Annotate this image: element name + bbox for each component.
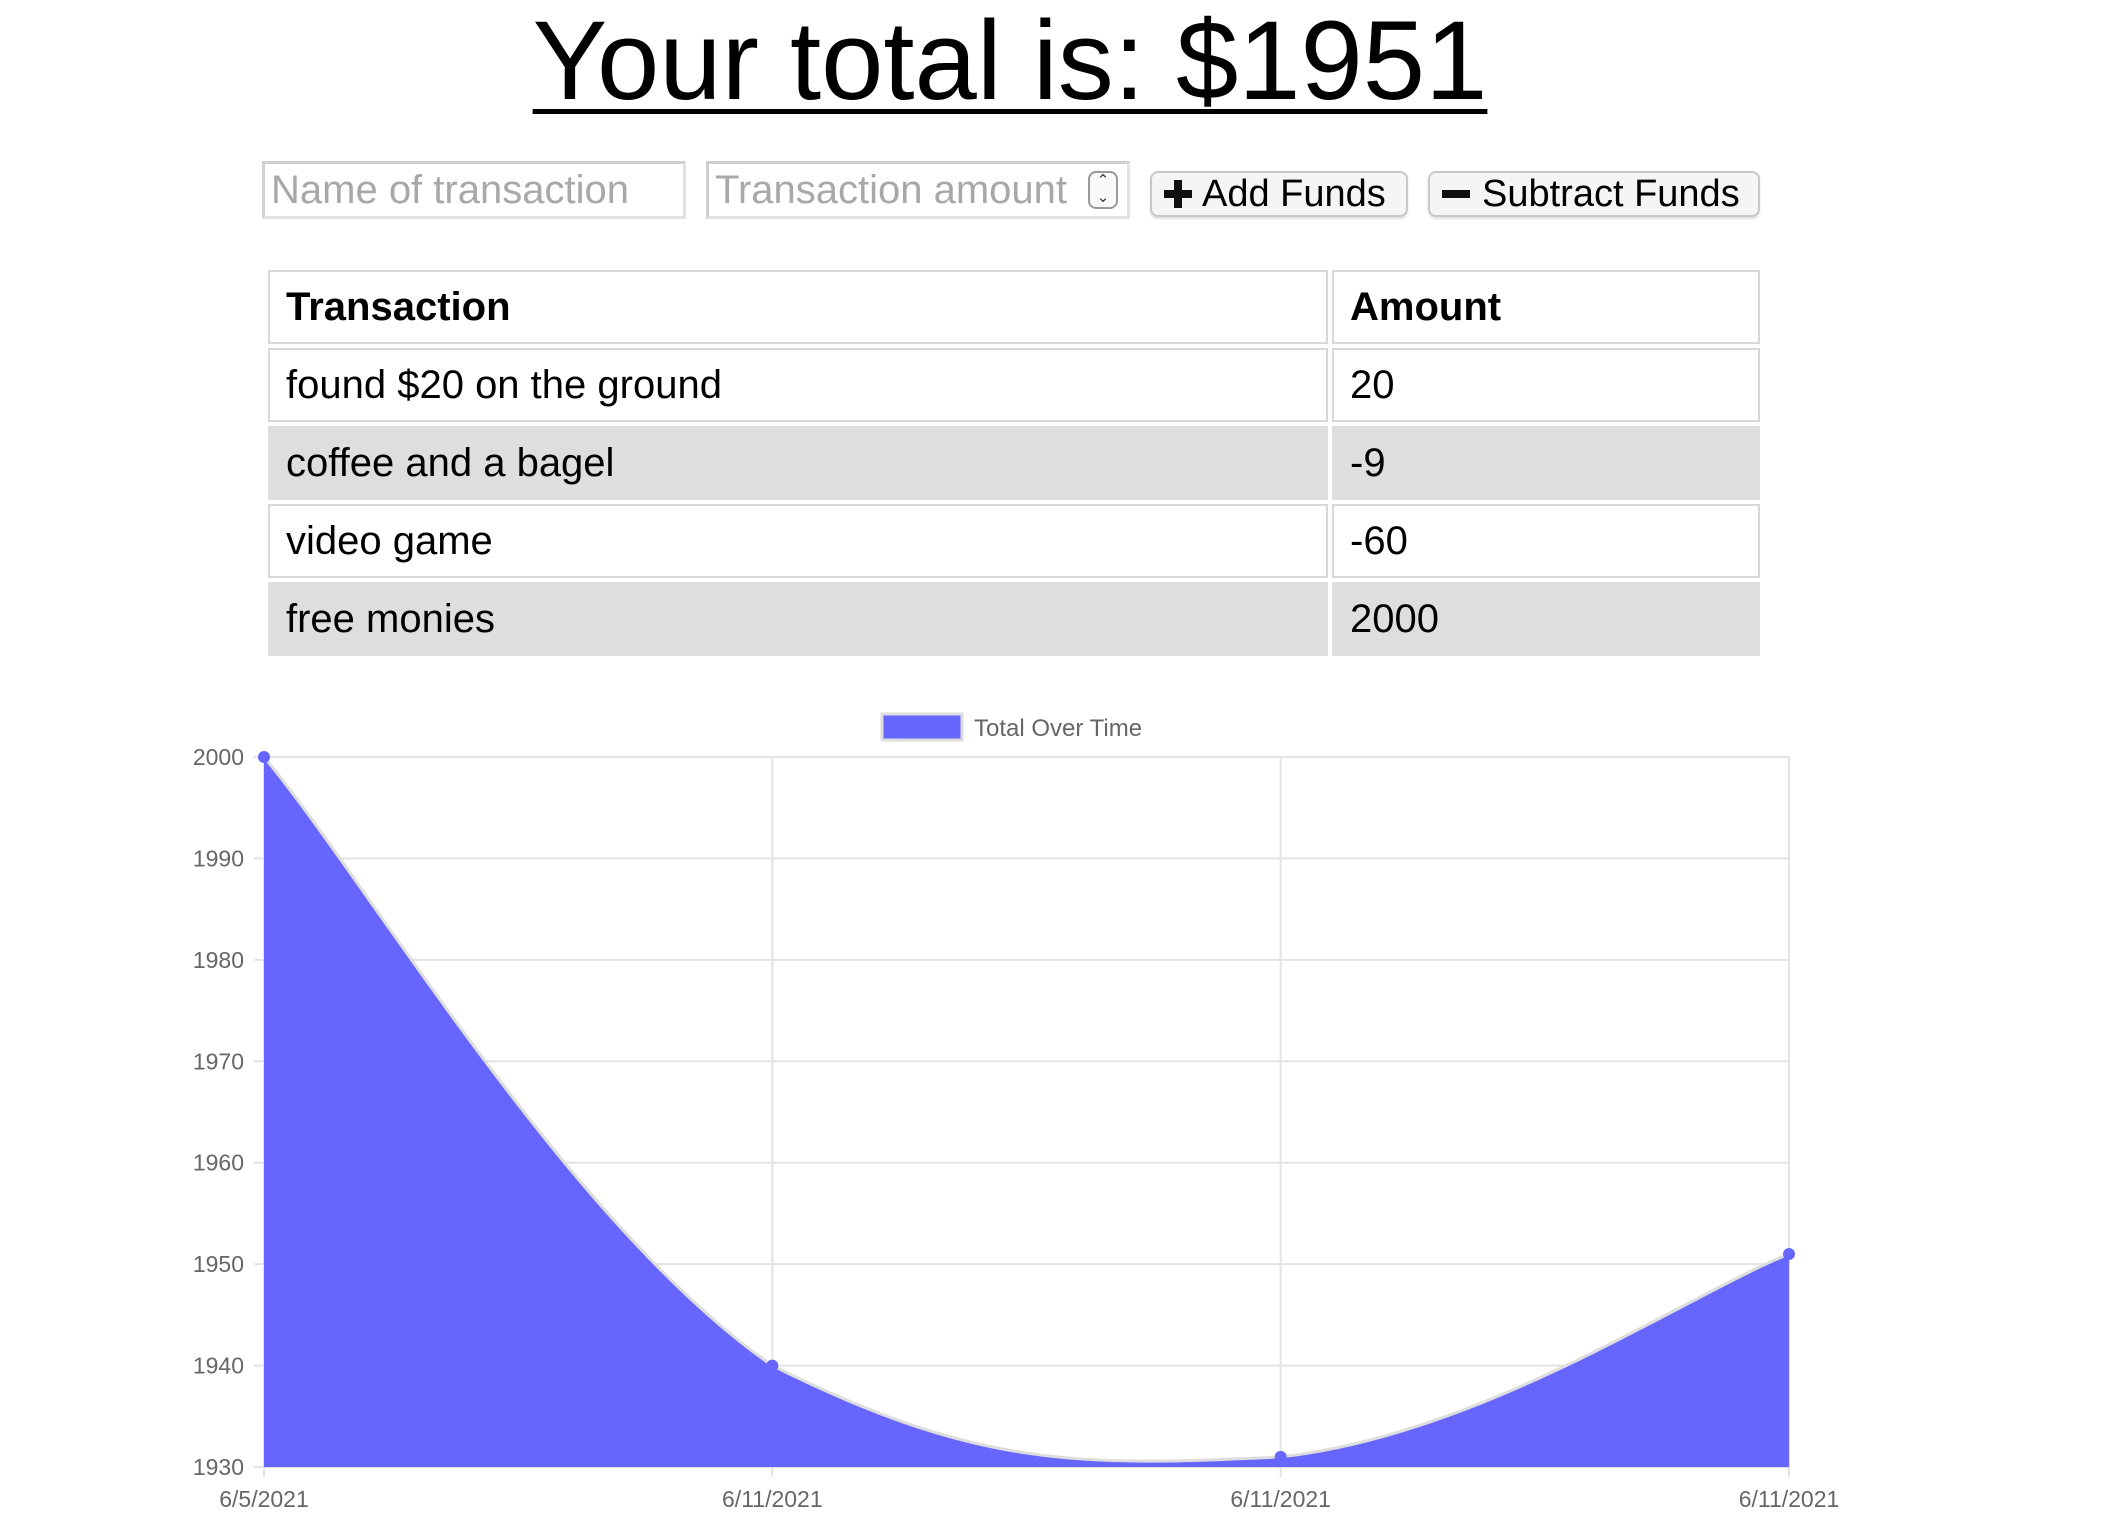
chart-svg: 1930 1940 1950 1960 1970 1980 1990 2000 6/5/2021…	[193, 712, 1840, 1512]
subtract-funds-label: Subtract Funds	[1482, 173, 1740, 215]
x-tick-label: 6/11/2021	[1230, 1486, 1331, 1512]
transactions-table: Transaction Amount found $20 on the grou…	[264, 266, 1764, 660]
y-tick-label: 1950	[193, 1251, 244, 1277]
add-funds-label: Add Funds	[1202, 173, 1386, 215]
transaction-amount-cell: -60	[1332, 504, 1760, 578]
y-tick-label: 1990	[193, 845, 244, 871]
legend-swatch	[880, 712, 964, 742]
x-tick-label: 6/11/2021	[722, 1486, 823, 1512]
amount-column-header: Amount	[1332, 270, 1760, 344]
x-tick-label: 6/11/2021	[1739, 1486, 1840, 1512]
total-over-time-chart: 1930 1940 1950 1960 1970 1980 1990 2000 6/5/2021…	[0, 700, 2120, 1528]
transaction-name-cell: video game	[268, 504, 1328, 578]
plus-icon	[1164, 180, 1192, 208]
y-tick-label: 2000	[193, 744, 244, 770]
table-row: coffee and a bagel -9	[268, 426, 1760, 500]
data-point	[258, 751, 270, 763]
data-point	[766, 1359, 779, 1372]
stepper-down-icon[interactable]: ⌄	[1090, 190, 1116, 207]
data-point	[1274, 1450, 1287, 1463]
y-tick-label: 1940	[193, 1353, 244, 1379]
y-tick-label: 1930	[193, 1454, 244, 1480]
x-tick-label: 6/5/2021	[219, 1486, 309, 1512]
transaction-name-cell: found $20 on the ground	[268, 348, 1328, 422]
transaction-name-input[interactable]	[262, 161, 686, 219]
table-row: free monies 2000	[268, 582, 1760, 656]
series-area	[264, 757, 1789, 1467]
table-row: video game -60	[268, 504, 1760, 578]
legend-label: Total Over Time	[974, 715, 1142, 742]
transaction-amount-cell: 20	[1332, 348, 1760, 422]
y-tick-label: 1970	[193, 1048, 244, 1074]
subtract-funds-button[interactable]: Subtract Funds	[1428, 171, 1760, 217]
minus-icon	[1442, 180, 1470, 208]
stepper-up-icon[interactable]: ⌃	[1090, 173, 1116, 190]
table-row: found $20 on the ground 20	[268, 348, 1760, 422]
transaction-amount-cell: 2000	[1332, 582, 1760, 656]
budget-tracker-page: Your total is: $1951 ⌃ ⌄ Add Funds Subtr…	[0, 0, 2120, 1528]
amount-stepper[interactable]: ⌃ ⌄	[1088, 171, 1118, 209]
transaction-name-cell: coffee and a bagel	[268, 426, 1328, 500]
transaction-name-cell: free monies	[268, 582, 1328, 656]
transaction-amount-input[interactable]	[706, 161, 1130, 219]
y-tick-label: 1980	[193, 947, 244, 973]
add-funds-button[interactable]: Add Funds	[1150, 171, 1408, 217]
table-header-row: Transaction Amount	[268, 270, 1760, 344]
y-tick-label: 1960	[193, 1150, 244, 1176]
page-title: Your total is: $1951	[532, 0, 1488, 123]
transaction-amount-cell: -9	[1332, 426, 1760, 500]
data-point	[1783, 1248, 1795, 1260]
transaction-column-header: Transaction	[268, 270, 1328, 344]
